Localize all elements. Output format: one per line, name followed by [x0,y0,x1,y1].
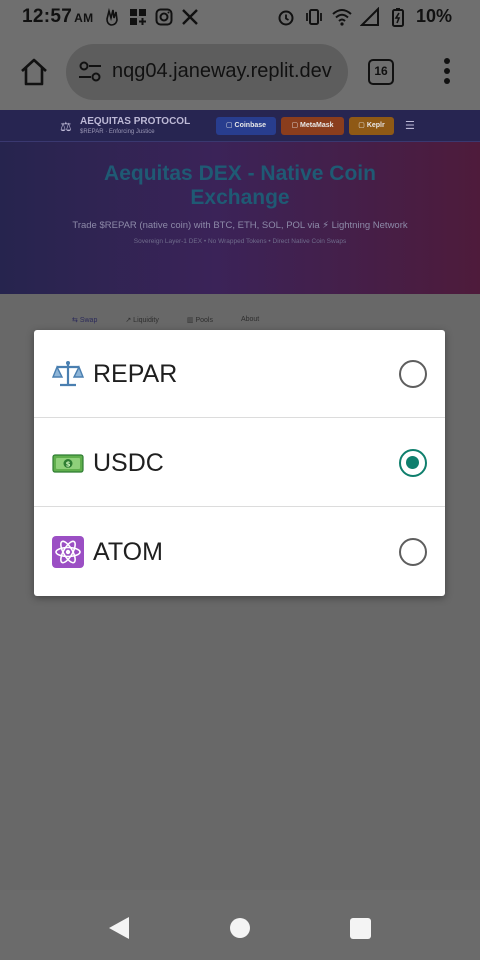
signal-icon [359,6,379,26]
scales-logo-icon: ⚖ [60,119,72,134]
address-bar[interactable]: nqg04.janeway.replit.dev [66,44,348,100]
hero-subtitle: Trade $REPAR (native coin) with BTC, ETH… [72,220,408,231]
brand-name: AEQUITAS PROTOCOL [80,116,191,127]
radio-button[interactable] [399,538,427,566]
system-icons: 10% [276,6,452,27]
clock-time: 12:57 [22,6,73,27]
money-icon: $ [52,454,84,473]
browser-menu-icon[interactable] [444,58,450,86]
clock-ampm: AM [74,11,94,25]
scales-icon [52,361,84,387]
system-navigation-bar [0,890,480,960]
tab-pools[interactable]: ▥ Pools [187,316,213,324]
site-settings-icon[interactable] [78,61,102,83]
vibrate-icon [306,8,322,25]
back-icon[interactable] [108,916,130,940]
x-icon [182,9,198,25]
tab-swap[interactable]: ⇆ Swap [72,316,97,324]
option-label: ATOM [93,538,163,566]
hand-icon [106,7,118,26]
clock: 12:57 AM [22,6,93,28]
url-text: nqg04.janeway.replit.dev [112,60,332,82]
hamburger-menu-icon[interactable]: ☰ [405,119,415,132]
home-icon[interactable] [18,56,50,88]
option-usdc[interactable]: $ USDC [34,419,445,507]
page-tabs: ⇆ Swap ↗ Liquidity ▥ Pools About [72,316,287,324]
battery-icon [391,7,404,27]
hero-section: Aequitas DEX - Native Coin Exchange Trad… [0,142,480,294]
recents-icon[interactable] [350,918,371,939]
grid-add-icon [130,9,146,25]
radio-button[interactable] [399,360,427,388]
tab-switcher-button[interactable]: 16 [368,59,394,85]
status-bar: 12:57 AM 10% [0,0,480,34]
home-nav-icon[interactable] [230,918,250,938]
battery-percent: 10% [415,6,452,26]
option-atom[interactable]: ATOM [34,508,445,596]
radio-button-selected[interactable] [399,449,427,477]
hero-features: Sovereign Layer-1 DEX • No Wrapped Token… [133,238,347,245]
coin-select-dialog: REPAR $ USDC ATOM [34,330,445,596]
notification-icons [102,7,200,27]
instagram-icon [155,8,173,26]
keplr-wallet-button[interactable]: ▢ Keplr [349,117,394,135]
site-header: ⚖ AEQUITAS PROTOCOL $REPAR · Enforcing J… [0,110,480,142]
tab-about[interactable]: About [241,316,259,324]
coinbase-wallet-button[interactable]: ▢ Coinbase [216,117,276,135]
hero-title: Aequitas DEX - Native Coin Exchange [104,162,376,209]
option-label: REPAR [93,360,178,388]
tab-liquidity[interactable]: ↗ Liquidity [125,316,159,324]
brand-tagline: $REPAR · Enforcing Justice [80,129,155,135]
svg-text:$: $ [66,461,71,469]
browser-toolbar: nqg04.janeway.replit.dev 16 [0,34,480,110]
metamask-wallet-button[interactable]: ▢ MetaMask [281,117,344,135]
atom-icon [52,536,84,568]
option-repar[interactable]: REPAR [34,330,445,418]
wifi-icon [332,8,352,26]
option-label: USDC [93,449,164,477]
alarm-icon [278,10,294,25]
